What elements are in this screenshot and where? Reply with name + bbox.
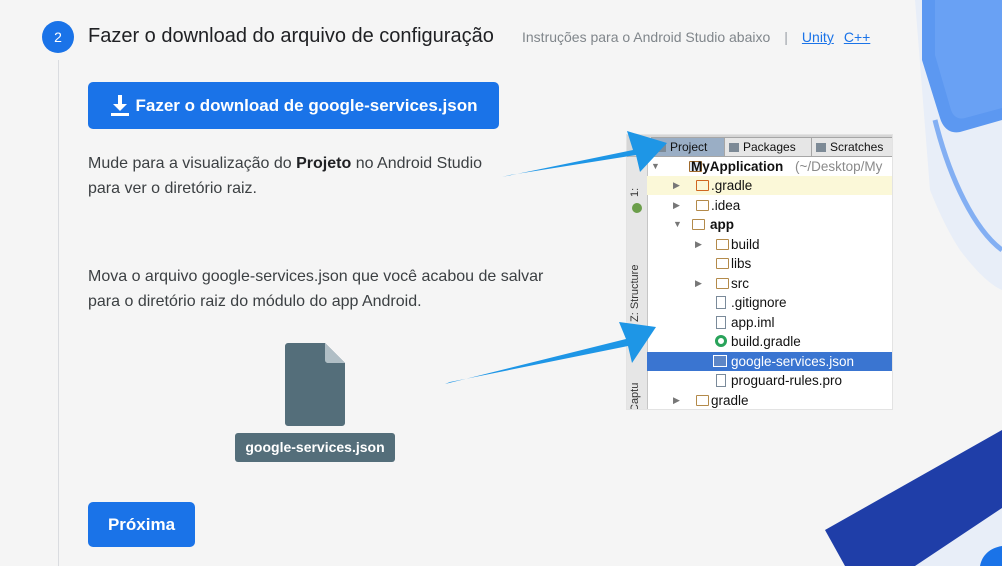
file-icon bbox=[716, 374, 726, 387]
move-file-instruction: Mova o arquivo google-services.json que … bbox=[88, 268, 544, 310]
cpp-link[interactable]: C++ bbox=[844, 29, 870, 45]
tree-item-libs: libs bbox=[647, 254, 892, 273]
tree-item-gradle-dir: ▶ .gradle bbox=[647, 176, 892, 195]
folder-icon bbox=[696, 395, 709, 406]
tree-item-build-gradle: build.gradle bbox=[647, 332, 892, 351]
collapsed-arrow-icon: ▶ bbox=[695, 239, 702, 249]
instructions-separator: | bbox=[784, 29, 788, 45]
platform-instructions: Instruções para o Android Studio abaixo … bbox=[522, 29, 880, 45]
download-config-button[interactable]: Fazer o download de google-services.json bbox=[88, 82, 499, 129]
project-tabbar: Project Packages Scratches bbox=[627, 135, 892, 157]
json-file-icon bbox=[713, 355, 727, 367]
collapsed-arrow-icon: ▶ bbox=[673, 200, 680, 210]
tree-item-build: ▶ build bbox=[695, 237, 760, 252]
tree-item-idea: ▶ .idea bbox=[673, 198, 741, 213]
gradle-icon bbox=[715, 335, 727, 347]
tab-project: Project bbox=[651, 137, 727, 157]
tab-scratches: Scratches bbox=[811, 137, 892, 157]
step-connector-line bbox=[58, 60, 59, 566]
collapsed-arrow-icon: ▶ bbox=[673, 180, 680, 190]
collapsed-arrow-icon: ▶ bbox=[673, 395, 680, 405]
step-number-badge: 2 bbox=[42, 21, 74, 53]
project-view-instruction: Mude para a visualização do Projeto no A… bbox=[88, 155, 483, 197]
folder-icon bbox=[696, 180, 709, 191]
folder-icon bbox=[696, 200, 709, 211]
download-button-label: Fazer o download de google-services.json bbox=[135, 95, 478, 115]
unity-link[interactable]: Unity bbox=[802, 29, 834, 45]
tree-item-gradle: ▶ gradle bbox=[673, 393, 749, 408]
scratches-tab-icon bbox=[816, 143, 826, 152]
structure-icon bbox=[632, 329, 642, 339]
next-button[interactable]: Próxima bbox=[88, 502, 195, 547]
tree-item-google-services-json: google-services.json bbox=[647, 352, 892, 371]
file-icon bbox=[716, 296, 726, 309]
tree-item-myapplication: ▼ MyApplication (~/Desktop/My bbox=[651, 159, 883, 174]
tool-window-strip: 1: Z: Structure Captu bbox=[627, 157, 648, 409]
side-tab-captures: Captu bbox=[629, 382, 641, 409]
tree-item-app: ▼ app bbox=[673, 217, 735, 232]
file-icon bbox=[716, 316, 726, 329]
step-title: Fazer o download do arquivo de configura… bbox=[88, 25, 494, 47]
project-tab-icon bbox=[656, 143, 666, 152]
download-icon bbox=[110, 94, 129, 116]
tree-item-gitignore: .gitignore bbox=[647, 293, 892, 312]
tab-packages: Packages bbox=[724, 137, 814, 157]
file-name-label[interactable]: google-services.json bbox=[235, 433, 395, 462]
side-tab-project: 1: bbox=[629, 187, 641, 197]
side-tab-structure: Z: Structure bbox=[629, 264, 641, 322]
folder-icon bbox=[716, 239, 729, 250]
packages-tab-icon bbox=[729, 143, 739, 152]
folder-icon bbox=[716, 258, 729, 269]
module-folder-icon bbox=[692, 219, 705, 230]
expanded-arrow-icon: ▼ bbox=[651, 161, 660, 171]
android-studio-screenshot: Project Packages Scratches 1: Z: Structu… bbox=[627, 135, 892, 409]
tree-item-proguard: proguard-rules.pro bbox=[647, 371, 892, 390]
collapsed-arrow-icon: ▶ bbox=[695, 278, 702, 288]
folder-icon bbox=[716, 278, 729, 289]
file-icon[interactable] bbox=[285, 343, 345, 426]
expanded-arrow-icon: ▼ bbox=[673, 219, 682, 229]
tree-item-app-iml: app.iml bbox=[647, 313, 892, 332]
android-icon bbox=[632, 203, 642, 213]
project-keyword: Projeto bbox=[296, 155, 352, 172]
tree-item-src: ▶ src bbox=[695, 276, 749, 291]
instructions-text: Instruções para o Android Studio abaixo bbox=[522, 29, 771, 45]
